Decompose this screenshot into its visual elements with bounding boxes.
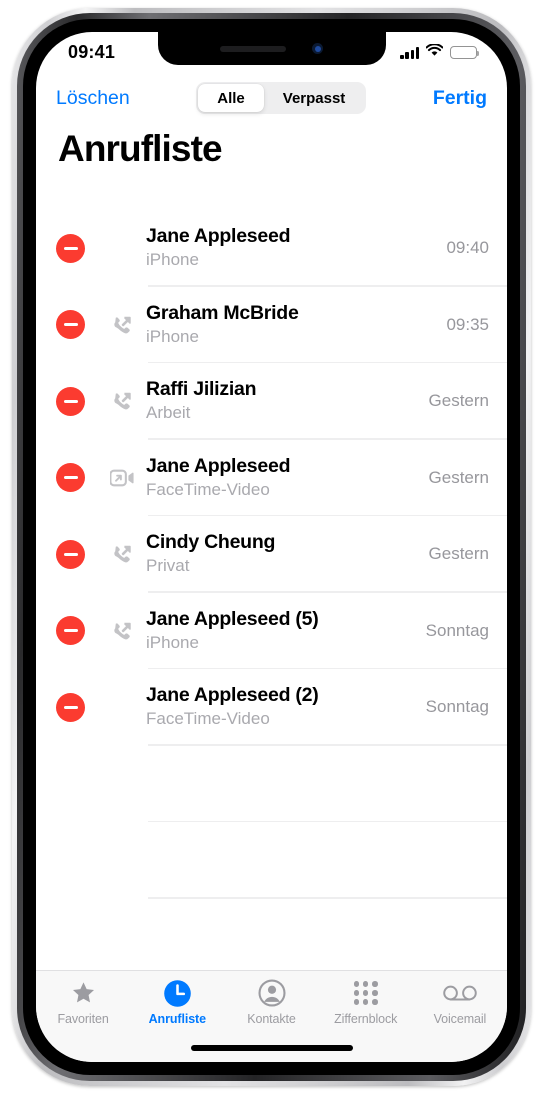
done-button[interactable]: Fertig: [433, 87, 487, 110]
call-timestamp: Gestern: [428, 544, 489, 564]
call-list-item[interactable]: Raffi Jilizian Arbeit Gestern: [36, 363, 507, 440]
call-timestamp: Gestern: [428, 467, 489, 487]
filter-segmented-control[interactable]: Alle Verpasst: [196, 82, 367, 114]
call-item-text: Jane Appleseed (2) FaceTime-Video: [146, 684, 426, 730]
call-contact-label: FaceTime-Video: [146, 479, 270, 499]
call-contact-name: Raffi Jilizian: [146, 378, 257, 401]
notch: [157, 32, 386, 65]
front-camera-icon: [312, 43, 323, 54]
page-title: Anrufliste: [58, 128, 223, 169]
minus-circle-icon[interactable]: [56, 233, 85, 263]
tab-voicemail[interactable]: Voicemail: [413, 978, 507, 1026]
status-icons: [400, 42, 480, 62]
call-contact-name: Jane Appleseed: [146, 225, 291, 248]
call-item-text: Jane Appleseed FaceTime-Video: [146, 455, 429, 501]
segment-all[interactable]: Alle: [198, 84, 264, 112]
outgoing-call-icon: [106, 314, 138, 336]
call-timestamp: Sonntag: [425, 697, 489, 717]
person-circle-icon: [257, 978, 286, 1008]
tab-kontakte[interactable]: Kontakte: [224, 978, 318, 1026]
tab-label: Kontakte: [247, 1012, 296, 1026]
call-item-text: Graham McBride iPhone: [146, 302, 446, 348]
star-icon: [70, 978, 97, 1008]
wifi-icon: [425, 42, 444, 62]
call-contact-label: iPhone: [146, 326, 199, 346]
call-contact-name: Graham McBride: [146, 301, 299, 324]
voicemail-icon: [443, 978, 477, 1008]
call-list-item[interactable]: Graham McBride iPhone 09:35: [36, 287, 507, 364]
outgoing-call-icon: [106, 620, 138, 642]
call-item-text: Jane Appleseed iPhone: [146, 225, 446, 271]
home-indicator[interactable]: [190, 1045, 353, 1051]
phone-screen: 09:41 Löschen Alle Verpasst Fertig Anruf…: [36, 32, 507, 1062]
tab-anrufliste[interactable]: Anrufliste: [130, 978, 224, 1026]
minus-circle-icon[interactable]: [56, 616, 85, 646]
call-contact-name: Jane Appleseed (2): [146, 684, 319, 707]
call-history-list: Jane Appleseed iPhone 09:40 Graham McBri…: [36, 210, 507, 975]
call-contact-label: FaceTime-Video: [146, 709, 270, 729]
minus-circle-icon[interactable]: [56, 463, 85, 493]
call-timestamp: 09:35: [446, 314, 489, 334]
clock-icon: [163, 978, 192, 1008]
status-time: 09:41: [68, 42, 116, 62]
nav-bar: Löschen Alle Verpasst Fertig: [36, 70, 507, 126]
cellular-signal-icon: [400, 46, 419, 59]
call-contact-label: iPhone: [146, 632, 199, 652]
call-contact-name: Jane Appleseed (5): [146, 607, 319, 630]
tab-label: Favoriten: [57, 1012, 109, 1026]
call-list-item[interactable]: Jane Appleseed FaceTime-Video Gestern: [36, 440, 507, 517]
call-list-item[interactable]: Jane Appleseed iPhone 09:40: [36, 210, 507, 287]
phone-frame: 09:41 Löschen Alle Verpasst Fertig Anruf…: [12, 8, 531, 1086]
tab-label: Voicemail: [433, 1012, 487, 1026]
tab-label: Anrufliste: [148, 1012, 206, 1026]
call-timestamp: Sonntag: [425, 620, 489, 640]
battery-icon: [450, 46, 480, 59]
minus-circle-icon[interactable]: [56, 386, 85, 416]
minus-circle-icon[interactable]: [56, 539, 85, 569]
call-list-item[interactable]: Jane Appleseed (5) iPhone Sonntag: [36, 593, 507, 670]
call-item-text: Cindy Cheung Privat: [146, 531, 429, 577]
tab-favoriten[interactable]: Favoriten: [36, 978, 130, 1026]
call-contact-name: Cindy Cheung: [146, 531, 276, 554]
call-contact-label: iPhone: [146, 250, 199, 270]
outgoing-call-icon: [106, 390, 138, 412]
segment-missed[interactable]: Verpasst: [264, 84, 365, 112]
call-item-text: Raffi Jilizian Arbeit: [146, 378, 429, 424]
outgoing-call-icon: [106, 543, 138, 565]
tab-label: Ziffernblock: [334, 1012, 398, 1026]
call-timestamp: Gestern: [428, 391, 489, 411]
call-contact-name: Jane Appleseed: [146, 454, 291, 477]
minus-circle-icon[interactable]: [56, 692, 85, 722]
call-list-item[interactable]: Cindy Cheung Privat Gestern: [36, 516, 507, 593]
delete-all-button[interactable]: Löschen: [56, 87, 130, 110]
outgoing-video-call-icon: [106, 469, 138, 487]
tab-ziffernblock[interactable]: Ziffernblock: [319, 978, 413, 1026]
minus-circle-icon[interactable]: [56, 310, 85, 340]
keypad-icon: [353, 978, 378, 1008]
call-contact-label: Arbeit: [146, 403, 191, 423]
call-timestamp: 09:40: [446, 238, 489, 258]
earpiece-speaker-icon: [220, 45, 286, 52]
empty-list-row: [36, 822, 507, 899]
call-item-text: Jane Appleseed (5) iPhone: [146, 608, 426, 654]
empty-list-row: [36, 899, 507, 976]
call-list-item[interactable]: Jane Appleseed (2) FaceTime-Video Sonnta…: [36, 669, 507, 746]
empty-list-row: [36, 746, 507, 823]
call-contact-label: Privat: [146, 556, 190, 576]
